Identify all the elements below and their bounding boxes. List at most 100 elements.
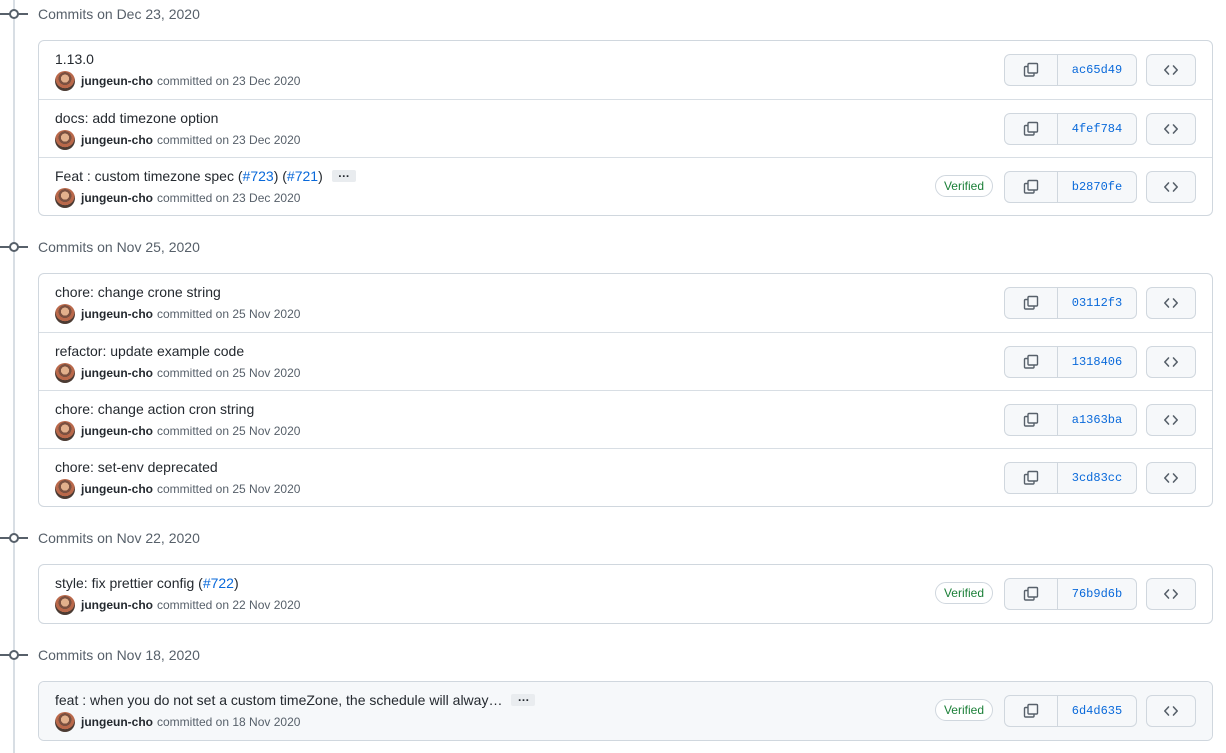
copy-sha-button[interactable]: [1005, 579, 1058, 609]
author-link[interactable]: jungeun-cho: [81, 74, 153, 88]
browse-repo-button[interactable]: [1146, 112, 1196, 145]
browse-repo-button[interactable]: [1146, 578, 1196, 610]
author-link[interactable]: jungeun-cho: [81, 307, 153, 321]
user-avatar[interactable]: [55, 712, 75, 732]
verified-badge[interactable]: Verified: [934, 699, 993, 721]
author-link[interactable]: jungeun-cho: [81, 598, 153, 612]
sha-link[interactable]: 3cd83cc: [1058, 463, 1136, 493]
copy-icon: [1023, 586, 1039, 601]
author-link[interactable]: jungeun-cho: [81, 424, 153, 438]
sha-button-group: 3cd83cc: [1004, 461, 1137, 494]
commit-title-link[interactable]: refactor: update example code: [55, 343, 244, 359]
user-avatar[interactable]: [55, 420, 75, 441]
copy-sha-button[interactable]: [1005, 113, 1058, 144]
browse-repo-button[interactable]: [1146, 170, 1196, 203]
commit-title-link[interactable]: style: fix prettier config (: [55, 575, 203, 591]
copy-sha-button[interactable]: [1005, 404, 1058, 435]
group-date: Commits on Nov 22, 2020: [38, 530, 200, 546]
copy-icon: [1023, 470, 1039, 485]
pull-request-link[interactable]: #722: [203, 575, 234, 591]
commit-title-link[interactable]: feat : when you do not set a custom time…: [55, 692, 502, 708]
commit-date: committed on 23 Dec 2020: [157, 74, 301, 88]
expand-message-button[interactable]: …: [331, 167, 356, 182]
sha-link[interactable]: ac65d49: [1058, 55, 1136, 85]
sha-link[interactable]: 03112f3: [1058, 288, 1136, 318]
commit-group: Commits on Dec 23, 2020 1.13.0 jungeun-c…: [0, 0, 1213, 216]
commit-row: style: fix prettier config (#722) jungeu…: [39, 565, 1212, 623]
browse-repo-button[interactable]: [1146, 403, 1196, 436]
commit-title-link[interactable]: chore: change crone string: [55, 284, 221, 300]
code-icon: [1164, 589, 1178, 599]
commit-row: refactor: update example code jungeun-ch…: [39, 332, 1212, 390]
author-link[interactable]: jungeun-cho: [81, 482, 153, 496]
commit-row: chore: change action cron string jungeun…: [39, 390, 1212, 448]
browse-repo-button[interactable]: [1146, 345, 1196, 378]
copy-icon: [1023, 412, 1039, 427]
user-avatar[interactable]: [55, 595, 75, 615]
copy-sha-button[interactable]: [1005, 462, 1058, 493]
browse-repo-button[interactable]: [1146, 54, 1196, 86]
code-icon: [1164, 123, 1178, 134]
commit-title-link[interactable]: chore: change action cron string: [55, 401, 254, 417]
copy-icon: [1023, 703, 1039, 718]
verified-badge[interactable]: Verified: [934, 174, 993, 197]
commit-list: style: fix prettier config (#722) jungeu…: [38, 564, 1213, 624]
user-avatar[interactable]: [55, 362, 75, 383]
commit-title-link[interactable]: 1.13.0: [55, 51, 94, 67]
user-avatar[interactable]: [55, 71, 75, 91]
commit-title-link[interactable]: ) (: [274, 168, 287, 184]
sha-link[interactable]: b2870fe: [1058, 172, 1136, 202]
group-date: Commits on Nov 18, 2020: [38, 647, 200, 663]
sha-link[interactable]: 6d4d635: [1058, 696, 1136, 726]
author-link[interactable]: jungeun-cho: [81, 715, 153, 729]
sha-link[interactable]: 1318406: [1058, 347, 1136, 377]
user-avatar[interactable]: [55, 187, 75, 208]
copy-sha-button[interactable]: [1005, 346, 1058, 377]
commit-title-link[interactable]: Feat : custom timezone spec (: [55, 168, 243, 184]
code-icon: [1164, 298, 1178, 308]
copy-sha-button[interactable]: [1005, 171, 1058, 202]
git-commit-icon: [0, 647, 28, 663]
commit-title-link[interactable]: chore: set-env deprecated: [55, 459, 218, 475]
verified-badge[interactable]: Verified: [934, 582, 993, 604]
group-date: Commits on Nov 25, 2020: [38, 239, 200, 255]
group-header: Commits on Dec 23, 2020: [0, 0, 1213, 28]
sha-button-group: 6d4d635: [1004, 695, 1137, 727]
user-avatar[interactable]: [55, 478, 75, 499]
copy-sha-button[interactable]: [1005, 696, 1058, 726]
sha-button-group: ac65d49: [1004, 54, 1137, 86]
timeline-line: [13, 0, 15, 753]
browse-repo-button[interactable]: [1146, 695, 1196, 727]
sha-button-group: 76b9d6b: [1004, 578, 1137, 610]
browse-repo-button[interactable]: [1146, 287, 1196, 319]
copy-sha-button[interactable]: [1005, 288, 1058, 318]
author-link[interactable]: jungeun-cho: [81, 191, 153, 205]
commit-title-link[interactable]: docs: add timezone option: [55, 110, 218, 126]
git-commit-icon: [0, 6, 28, 22]
code-icon: [1164, 706, 1178, 716]
browse-repo-button[interactable]: [1146, 461, 1196, 494]
commit-date: committed on 18 Nov 2020: [157, 715, 301, 729]
commit-row: chore: change crone string jungeun-cho c…: [39, 274, 1212, 332]
commit-title-link[interactable]: ): [234, 575, 239, 591]
commit-date: committed on 23 Dec 2020: [157, 132, 301, 147]
commit-row: docs: add timezone option jungeun-cho co…: [39, 99, 1212, 157]
sha-link[interactable]: 76b9d6b: [1058, 579, 1136, 609]
code-icon: [1164, 472, 1178, 483]
sha-link[interactable]: 4fef784: [1058, 114, 1136, 144]
commit-date: committed on 25 Nov 2020: [157, 423, 301, 438]
author-link[interactable]: jungeun-cho: [81, 133, 153, 147]
sha-link[interactable]: a1363ba: [1058, 405, 1136, 435]
pull-request-link[interactable]: #723: [243, 168, 274, 184]
copy-sha-button[interactable]: [1005, 55, 1058, 85]
commit-title-link[interactable]: ): [318, 168, 323, 184]
author-link[interactable]: jungeun-cho: [81, 366, 153, 380]
commit-date: committed on 22 Nov 2020: [157, 598, 301, 612]
expand-message-button[interactable]: …: [511, 691, 536, 706]
user-avatar[interactable]: [55, 304, 75, 324]
user-avatar[interactable]: [55, 129, 75, 150]
commit-group: Commits on Nov 25, 2020 chore: change cr…: [0, 233, 1213, 507]
commit-row: feat : when you do not set a custom time…: [39, 682, 1212, 740]
commit-list: 1.13.0 jungeun-cho committed on 23 Dec 2…: [38, 40, 1213, 216]
pull-request-link[interactable]: #721: [287, 168, 318, 184]
